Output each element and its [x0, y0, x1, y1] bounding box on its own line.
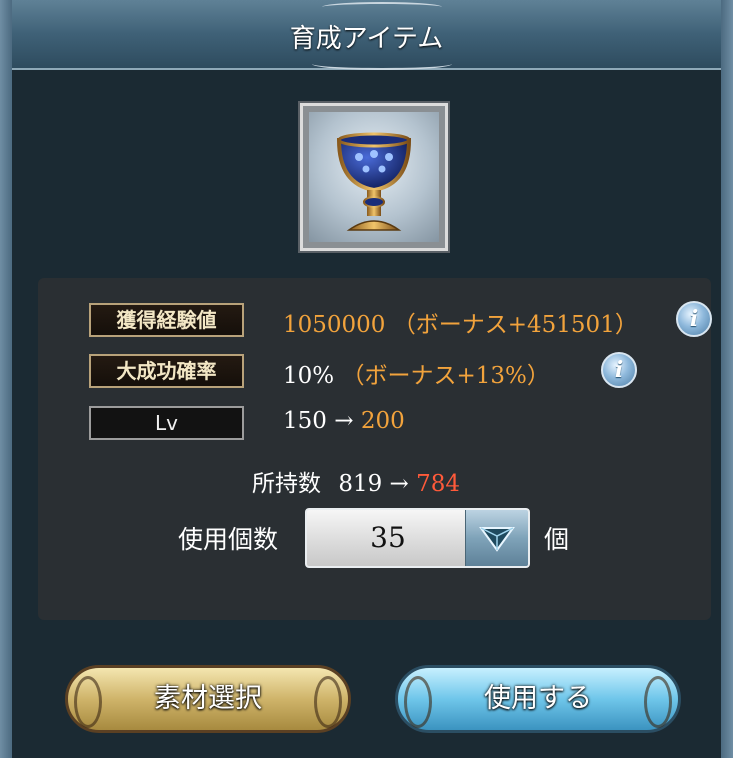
- level-from: 150: [283, 408, 327, 434]
- exp-bonus: （ボーナス+451501）: [392, 312, 638, 338]
- success-rate-value: 10%: [283, 363, 335, 389]
- quantity-unit: 個: [544, 525, 570, 554]
- button-ornament-left: [404, 676, 432, 728]
- button-ornament-left: [74, 676, 102, 728]
- header-ornament-bottom: [312, 58, 452, 70]
- diamond-down-icon: [479, 527, 515, 552]
- owned-label: 所持数: [252, 471, 321, 497]
- quantity-value[interactable]: 35: [307, 510, 469, 566]
- success-rate-row: 10% （ボーナス+13%）: [283, 356, 550, 390]
- frame-right-edge: [721, 0, 733, 758]
- level-row: 150 → 200: [283, 408, 405, 434]
- success-rate-bonus: （ボーナス+13%）: [341, 363, 550, 389]
- exp-value: 1050000: [283, 312, 386, 338]
- owned-to: 784: [416, 471, 461, 497]
- header-ornament-top: [322, 2, 442, 12]
- dialog-title: 育成アイテム: [289, 24, 444, 54]
- button-ornament-right: [644, 676, 672, 728]
- success-rate-label: 大成功確率: [89, 354, 244, 388]
- chalice-icon: [336, 132, 412, 231]
- level-label: Lv: [89, 406, 244, 440]
- exp-label: 獲得経験値: [89, 303, 244, 337]
- frame-left-edge: [0, 0, 12, 758]
- exp-info-icon[interactable]: i: [676, 301, 712, 337]
- owned-arrow: →: [389, 471, 409, 497]
- quantity-stepper[interactable]: 35: [305, 508, 530, 568]
- dialog-header: 育成アイテム: [12, 0, 721, 70]
- use-button[interactable]: 使用する: [395, 665, 681, 733]
- owned-row: 所持数 819 → 784: [252, 464, 460, 498]
- item-thumbnail-background: [309, 112, 439, 242]
- level-to: 200: [360, 408, 405, 434]
- exp-value-row: 1050000 （ボーナス+451501）: [283, 305, 638, 339]
- select-material-button[interactable]: 素材選択: [65, 665, 351, 733]
- success-rate-info-icon[interactable]: i: [601, 352, 637, 388]
- quantity-dropdown-button[interactable]: [465, 510, 528, 566]
- select-material-label: 素材選択: [154, 683, 262, 714]
- owned-from: 819: [338, 471, 383, 497]
- level-arrow: →: [334, 408, 354, 434]
- use-quantity-label: 使用個数: [178, 525, 279, 554]
- use-button-label: 使用する: [484, 683, 592, 714]
- button-ornament-right: [314, 676, 342, 728]
- item-thumbnail[interactable]: [300, 103, 448, 251]
